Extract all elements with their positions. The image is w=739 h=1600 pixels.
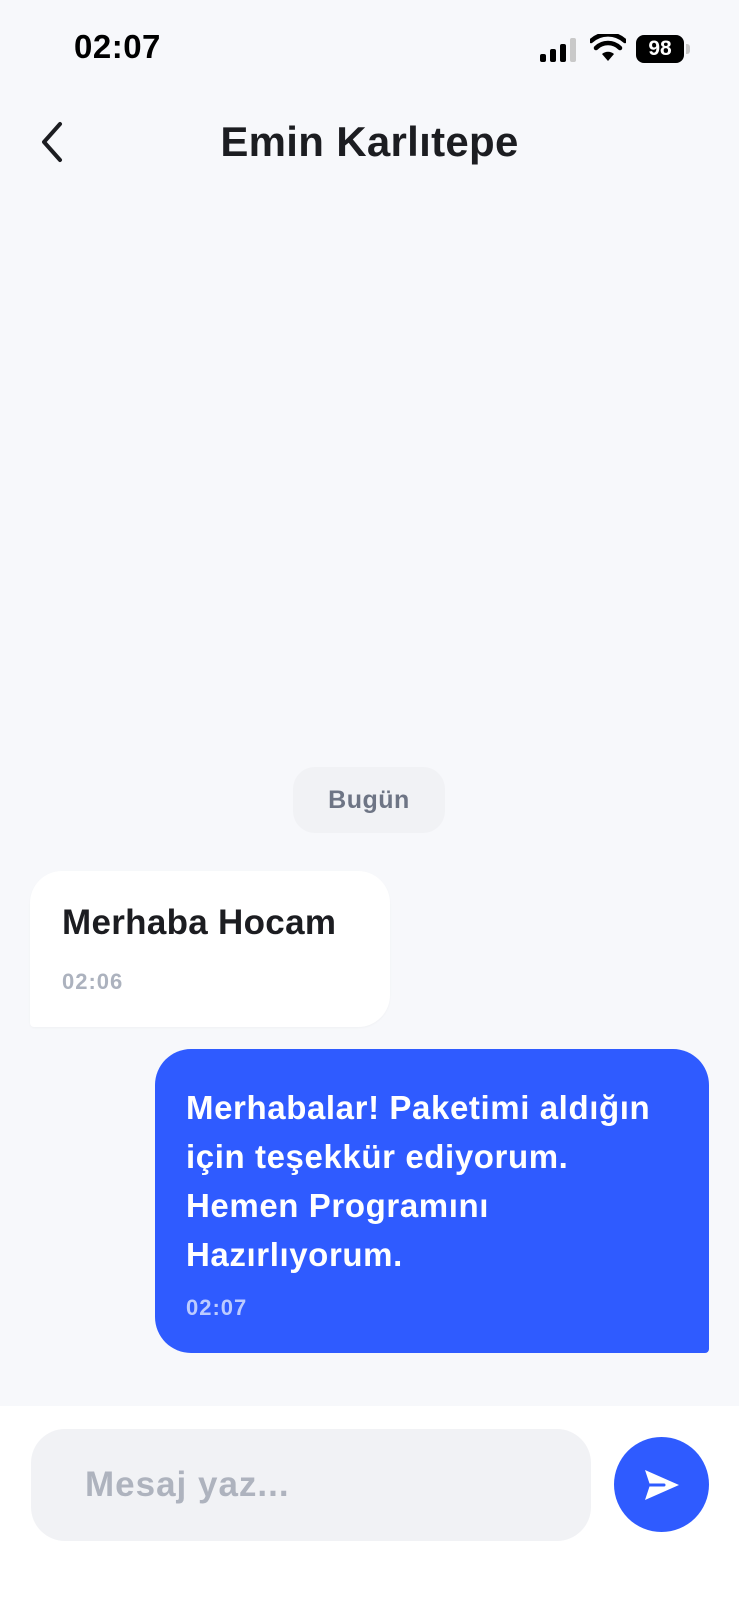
message-text: Merhaba Hocam bbox=[62, 903, 337, 942]
message-input[interactable] bbox=[31, 1429, 591, 1541]
status-bar: 02:07 98 bbox=[0, 0, 739, 100]
status-time: 02:07 bbox=[74, 28, 161, 65]
signal-icon bbox=[540, 38, 576, 62]
battery-icon: 98 bbox=[636, 35, 692, 63]
message-text: Merhabalar! Paketimi aldığın için teşekk… bbox=[186, 1089, 651, 1273]
chat-header: Emin Karlıtepe bbox=[0, 100, 739, 190]
incoming-message[interactable]: Merhaba Hocam 02:06 bbox=[30, 871, 390, 1027]
outgoing-message[interactable]: Merhabalar! Paketimi aldığın için teşekk… bbox=[155, 1049, 709, 1353]
composer bbox=[0, 1406, 739, 1600]
send-button[interactable] bbox=[614, 1437, 709, 1532]
wifi-icon bbox=[590, 34, 626, 61]
date-separator: Bugün bbox=[293, 767, 445, 833]
message-time: 02:07 bbox=[186, 1295, 248, 1320]
message-time: 02:06 bbox=[62, 969, 124, 994]
send-icon bbox=[644, 1469, 679, 1500]
contact-name: Emin Karlıtepe bbox=[220, 118, 519, 165]
battery-level: 98 bbox=[636, 35, 684, 63]
